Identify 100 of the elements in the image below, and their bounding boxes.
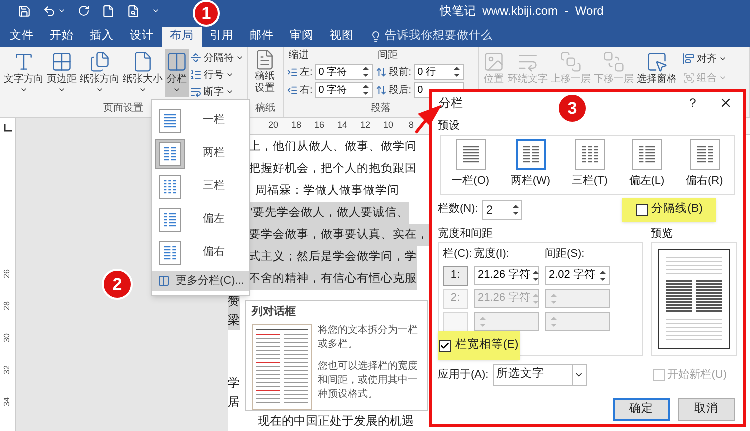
number-field[interactable]: 2.02 字符 bbox=[545, 266, 610, 285]
ribbon-tab[interactable]: 布局 bbox=[162, 27, 202, 47]
ruler-number: 32 bbox=[2, 366, 12, 374]
new-document-icon[interactable] bbox=[102, 4, 115, 18]
field-label: 栏数(N): bbox=[438, 202, 478, 218]
menu-item[interactable]: 偏左 bbox=[152, 203, 249, 236]
checkbox-label[interactable]: 栏宽相等(E) bbox=[455, 336, 519, 354]
tooltip-text: 您也可以选择栏的宽度和间距，或使用其中一种预设格式。 bbox=[318, 360, 419, 402]
caret-icon bbox=[719, 55, 727, 63]
caret-icon bbox=[139, 86, 147, 94]
group-label: 段落 bbox=[371, 102, 391, 116]
ribbon-button[interactable]: 稿纸设置 bbox=[251, 49, 279, 102]
dialog-title: 分栏 bbox=[439, 95, 463, 112]
help-button[interactable]: ? bbox=[683, 94, 703, 112]
tell-me-field[interactable]: 告诉我你想要做什么 bbox=[370, 27, 493, 47]
ribbon-tab[interactable]: 文件 bbox=[2, 27, 42, 47]
menu-item[interactable]: 更多分栏(C)... bbox=[152, 271, 249, 291]
spinner-arrows-icon[interactable] bbox=[360, 82, 371, 98]
ribbon-button[interactable]: 纸张大小 bbox=[122, 49, 164, 97]
lightbulb-icon bbox=[370, 31, 382, 43]
undo-icon[interactable] bbox=[43, 4, 56, 18]
preset-option[interactable]: 偏左(L) bbox=[629, 139, 665, 190]
ribbon-small-button[interactable]: 对齐 bbox=[683, 51, 727, 67]
close-icon[interactable] bbox=[719, 96, 733, 110]
ruler-number: 18 bbox=[290, 119, 302, 132]
ribbon-tab[interactable]: 审阅 bbox=[282, 27, 322, 47]
column-header: 间距(S): bbox=[545, 247, 585, 262]
ribbon-small-button[interactable]: 断字 bbox=[190, 84, 244, 100]
checkbox[interactable] bbox=[439, 340, 452, 352]
ruler-number: 28 bbox=[2, 302, 12, 310]
ruler-number: 20 bbox=[267, 119, 280, 132]
columns-icon bbox=[166, 51, 188, 73]
number-field[interactable]: 0 行 bbox=[414, 64, 464, 80]
number-field[interactable]: 0 字符 bbox=[314, 64, 373, 80]
preset-option[interactable]: 三栏(T) bbox=[572, 139, 608, 190]
ribbon-button[interactable]: 分栏 bbox=[165, 49, 189, 97]
caret-icon bbox=[236, 54, 244, 62]
number-field[interactable] bbox=[474, 312, 539, 331]
dialog-button[interactable]: 取消 bbox=[678, 398, 735, 421]
ruler-number: 14 bbox=[336, 119, 348, 132]
ruler-number: 10 bbox=[382, 119, 394, 132]
ribbon-small-button[interactable]: 分隔符 bbox=[190, 50, 244, 66]
caret-icon bbox=[173, 86, 181, 94]
group-label: 稿纸 bbox=[256, 102, 276, 116]
wrap-text-icon bbox=[190, 86, 202, 98]
manuscript-page-icon bbox=[254, 49, 276, 71]
ribbon-button[interactable]: 页边距 bbox=[46, 49, 78, 97]
image-icon bbox=[483, 51, 505, 73]
number-field[interactable] bbox=[545, 312, 610, 331]
indent-icon bbox=[287, 66, 298, 78]
section-title: 缩进 bbox=[289, 49, 310, 62]
ribbon-tab[interactable]: 开始 bbox=[42, 27, 82, 47]
apply-to-dropdown[interactable]: 所选文字 bbox=[492, 364, 587, 386]
tab-stop-icon[interactable] bbox=[3, 124, 12, 133]
number-field[interactable]: 0 字符 bbox=[314, 82, 373, 98]
caret-icon bbox=[719, 74, 727, 82]
ribbon-tab[interactable]: 引用 bbox=[202, 27, 242, 47]
ribbon-button[interactable]: 文字方向 bbox=[3, 49, 45, 97]
spinner-arrows-icon[interactable] bbox=[452, 64, 462, 80]
checkbox-label[interactable]: 分隔线(B) bbox=[652, 200, 703, 218]
ribbon-button[interactable]: 纸张方向 bbox=[79, 49, 121, 97]
redo-icon[interactable] bbox=[78, 5, 90, 17]
ruler-number: 8 bbox=[408, 119, 415, 132]
checkbox[interactable] bbox=[636, 204, 648, 216]
ruler-number: 12 bbox=[359, 119, 372, 132]
field-label: 段前: bbox=[388, 66, 412, 80]
ribbon-tab[interactable]: 设计 bbox=[122, 27, 162, 47]
field-label: 左: bbox=[300, 66, 313, 80]
group-label: 页面设置 bbox=[104, 102, 144, 116]
spinner-arrows-icon[interactable] bbox=[360, 64, 371, 80]
customize-caret-icon bbox=[152, 7, 160, 15]
numbered-list-icon bbox=[190, 69, 202, 81]
ribbon-tab[interactable]: 插入 bbox=[82, 27, 122, 47]
preset-option[interactable]: 两栏(W) bbox=[510, 139, 551, 190]
field-label: 右: bbox=[300, 84, 313, 98]
selection-pane-icon bbox=[646, 51, 668, 73]
dialog-button[interactable]: 确定 bbox=[613, 398, 670, 421]
preset-option[interactable]: 偏右(R) bbox=[686, 139, 724, 190]
section-title: 预设 bbox=[438, 119, 461, 134]
ribbon-tab[interactable]: 视图 bbox=[322, 27, 362, 47]
menu-item[interactable]: 两栏 bbox=[152, 137, 249, 170]
menu-item[interactable]: 一栏 bbox=[152, 104, 249, 137]
number-field[interactable] bbox=[545, 289, 610, 308]
ribbon-tab[interactable]: 邮件 bbox=[242, 27, 282, 47]
indent-icon bbox=[287, 84, 298, 96]
preset-option[interactable]: 一栏(O) bbox=[452, 139, 490, 190]
menu-item[interactable]: 偏右 bbox=[152, 236, 249, 269]
tooltip-text: 将您的文本拆分为一栏或多栏。 bbox=[318, 324, 419, 352]
caret-icon bbox=[58, 86, 66, 94]
number-field[interactable]: 21.26 字符 bbox=[474, 266, 539, 285]
save-icon[interactable] bbox=[18, 4, 31, 18]
ribbon-small-button[interactable]: 行号 bbox=[190, 67, 244, 83]
ruler-number: 34 bbox=[2, 398, 12, 406]
menu-item[interactable]: 三栏 bbox=[152, 170, 249, 203]
ribbon-button[interactable]: 选择窗格 bbox=[636, 49, 678, 97]
caret-icon bbox=[96, 86, 104, 94]
column-number-cell: 1: bbox=[443, 266, 468, 286]
number-field[interactable]: 2 bbox=[482, 200, 522, 220]
print-preview-icon[interactable] bbox=[127, 4, 140, 18]
field-label: 应用于(A): bbox=[438, 368, 489, 383]
